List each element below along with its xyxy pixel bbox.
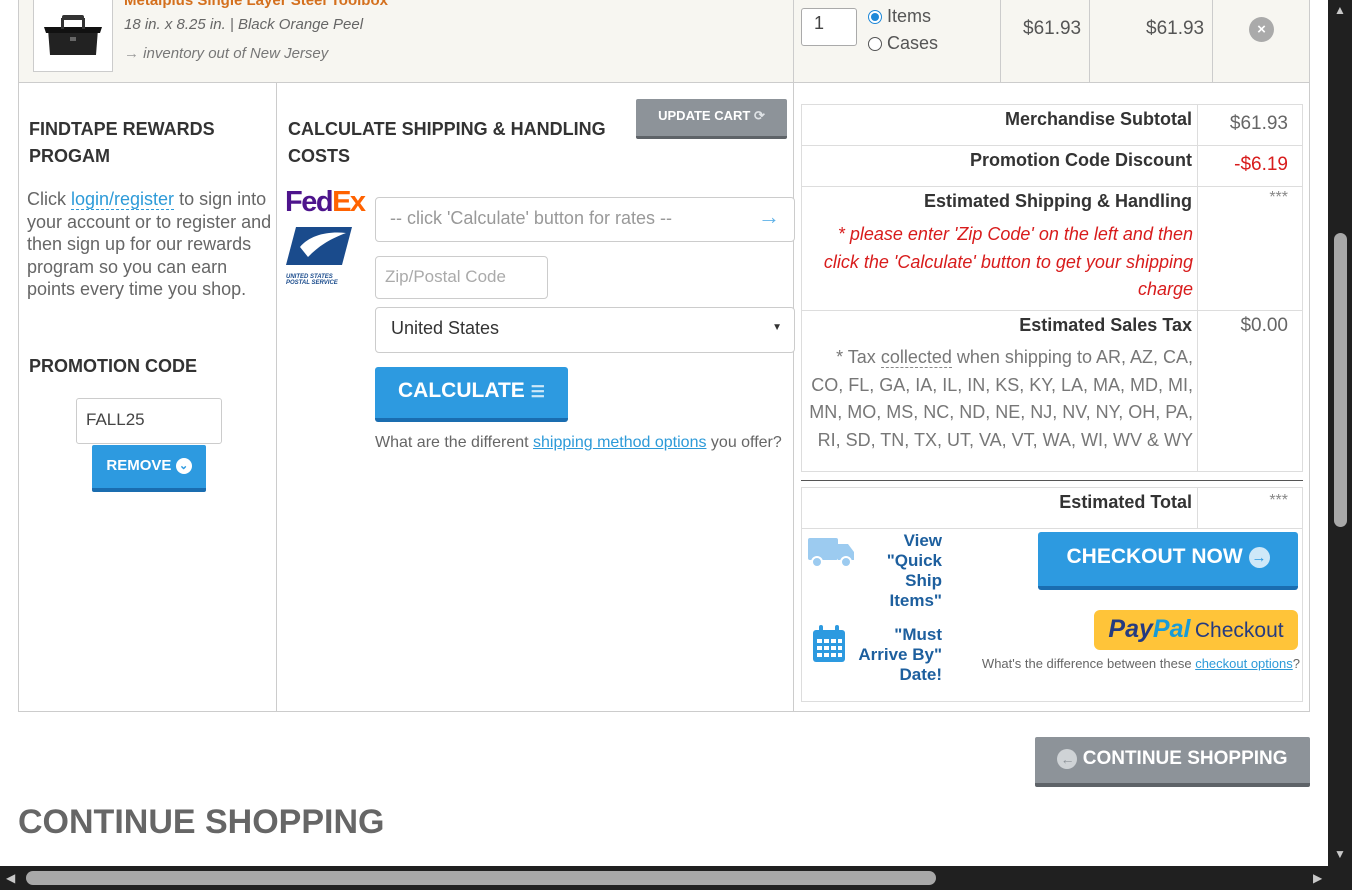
toolbox-icon [44, 15, 102, 55]
shipping-help-text: What are the different shipping method o… [375, 434, 782, 451]
must-arrive-link[interactable]: "Must Arrive By" Date! [852, 625, 942, 685]
tax-row: Estimated Sales Tax $0.00 * Tax collecte… [802, 311, 1302, 473]
promo-code-input[interactable]: FALL25 [76, 398, 222, 444]
divider [1197, 488, 1198, 528]
cart-item-row: Metalplus Single Layer Steel Toolbox 18 … [18, 0, 1310, 83]
inventory-text: inventory out of New Jersey [143, 45, 329, 62]
product-dimensions: 18 in. x 8.25 in. | Black Orange Peel [124, 16, 364, 33]
inventory-location: → inventory out of New Jersey [124, 45, 328, 62]
quantity-input[interactable]: 1 [801, 8, 857, 46]
checkout-box: Estimated Total *** View "Quick Ship Ite… [801, 487, 1303, 702]
divider [276, 83, 277, 712]
shipping-note: * please enter 'Zip Code' on the left an… [823, 224, 1193, 299]
total-value: *** [1269, 492, 1288, 509]
remove-promo-button[interactable]: REMOVE ⌄ [92, 445, 206, 492]
discount-row: Promotion Code Discount -$6.19 [802, 146, 1302, 187]
rewards-heading: FINDTAPE REWARDS PROGAM [29, 119, 215, 166]
arrow-right-icon: → [758, 204, 780, 229]
subtotal-value: $61.93 [1229, 113, 1288, 134]
usps-logo: UNITED STATES POSTAL SERVICE [286, 225, 352, 286]
checkout-options-text: What's the difference between these chec… [981, 656, 1300, 671]
caret-down-icon: ▼ [772, 322, 782, 333]
refresh-icon: ⟳ [753, 108, 765, 123]
country-select[interactable]: United States ▼ [375, 307, 795, 353]
horizontal-scroll-thumb[interactable] [26, 871, 936, 885]
checkout-now-button[interactable]: CHECKOUT NOW → [1038, 532, 1298, 590]
checkout-options-link[interactable]: checkout options [1195, 656, 1293, 671]
shipping-label: Estimated Shipping & Handling [923, 191, 1192, 211]
summary-separator [801, 480, 1303, 481]
tax-label: Estimated Sales Tax [1019, 315, 1192, 335]
truck-icon [806, 534, 856, 575]
order-summary-table: Merchandise Subtotal $61.93 Promotion Co… [801, 104, 1303, 472]
items-radio-label[interactable]: Items [887, 6, 931, 27]
shipping-options-link[interactable]: shipping method options [533, 434, 706, 451]
unit-price: $61.93 [1023, 18, 1082, 39]
total-row: Estimated Total *** [802, 488, 1302, 529]
discount-value: -$6.19 [1234, 154, 1288, 175]
promo-heading: PROMOTION CODE [29, 356, 198, 376]
scroll-down-icon[interactable]: ▼ [1334, 847, 1346, 861]
tax-collected-link[interactable]: collected [880, 347, 952, 368]
tax-note: * Tax collected when shipping to AR, AZ,… [809, 347, 1193, 450]
arrow-circle-right-icon: → [1248, 546, 1270, 568]
subtotal-label: Merchandise Subtotal [1004, 109, 1192, 129]
divider [1000, 0, 1001, 83]
arrow-circle-left-icon: ← [1057, 748, 1078, 769]
arrow-right-icon: → [124, 45, 139, 62]
divider [793, 0, 794, 83]
shipping-heading: CALCULATE SHIPPING & HANDLING COSTS [288, 119, 606, 166]
items-radio[interactable] [868, 10, 882, 24]
quick-ship-link[interactable]: View "Quick Ship Items" [872, 531, 942, 611]
scroll-up-icon[interactable]: ▲ [1334, 3, 1346, 17]
cases-radio[interactable] [868, 37, 882, 51]
divider [1089, 0, 1090, 83]
zip-code-input[interactable]: Zip/Postal Code [375, 256, 548, 299]
cart-page: Metalplus Single Layer Steel Toolbox 18 … [0, 0, 1328, 866]
tax-value: $0.00 [1240, 315, 1288, 336]
fedex-logo: FedEx [285, 186, 366, 218]
scroll-right-icon[interactable]: ▶ [1313, 871, 1322, 885]
divider [793, 83, 794, 712]
login-register-link[interactable]: login/register [71, 189, 175, 210]
calculate-button[interactable]: CALCULATE ☰ [375, 367, 568, 422]
product-title-link[interactable]: Metalplus Single Layer Steel Toolbox [124, 0, 388, 9]
rewards-text: Click login/register to sign into your a… [27, 189, 272, 300]
continue-shopping-heading: CONTINUE SHOPPING [18, 803, 385, 841]
usps-eagle-icon [286, 227, 352, 265]
discount-label: Promotion Code Discount [970, 150, 1192, 170]
calendar-icon [811, 624, 847, 669]
list-check-icon: ☰ [530, 384, 545, 401]
product-thumbnail[interactable] [33, 0, 113, 72]
subtotal-row: Merchandise Subtotal $61.93 [802, 105, 1302, 146]
cases-radio-label[interactable]: Cases [887, 33, 938, 54]
paypal-checkout-button[interactable]: PayPal Checkout [1094, 610, 1298, 650]
chevron-down-icon: ⌄ [175, 458, 192, 475]
update-cart-button[interactable]: UPDATE CART ⟳ [636, 99, 787, 139]
total-label: Estimated Total [1059, 492, 1192, 512]
continue-shopping-button[interactable]: ← CONTINUE SHOPPING [1035, 737, 1310, 787]
divider [1212, 0, 1213, 83]
line-total: $61.93 [1146, 18, 1205, 39]
shipping-value: *** [1269, 189, 1288, 206]
shipping-row: Estimated Shipping & Handling *** * plea… [802, 187, 1302, 311]
remove-item-icon[interactable]: × [1249, 17, 1274, 42]
scroll-left-icon[interactable]: ◀ [6, 871, 15, 885]
vertical-scroll-thumb[interactable] [1334, 233, 1347, 527]
shipping-rates-select[interactable]: -- click 'Calculate' button for rates --… [375, 197, 795, 242]
